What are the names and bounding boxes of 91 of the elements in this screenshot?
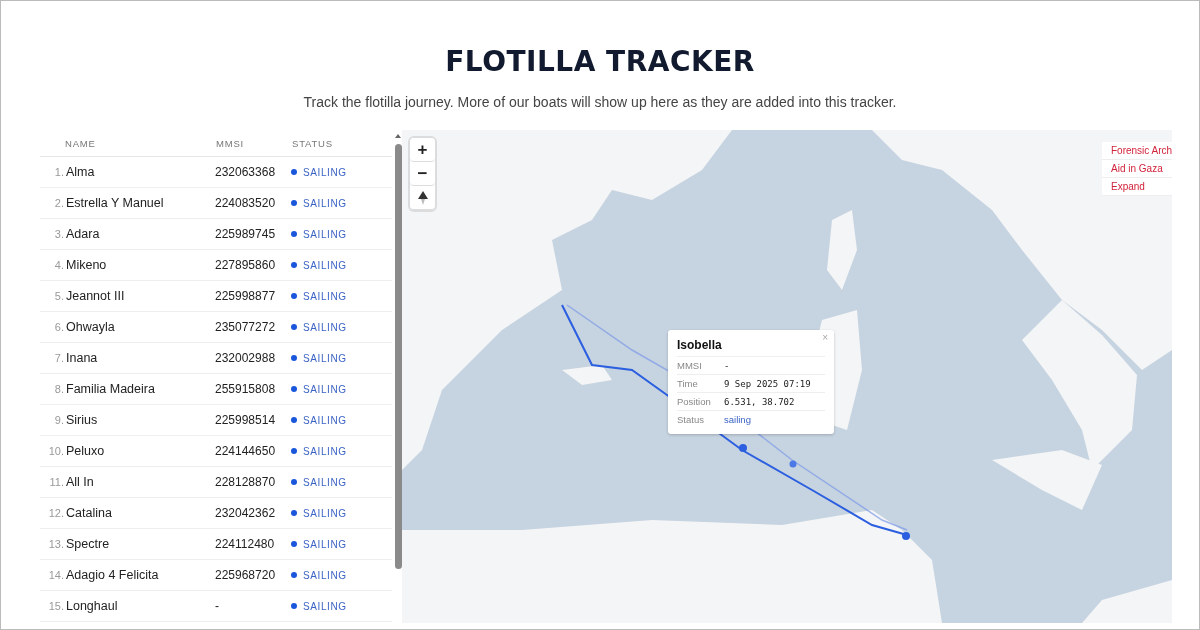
mmsi-cell-text: 235077272: [215, 320, 277, 334]
mmsi-cell-text: 227895860: [215, 258, 277, 272]
boat-row[interactable]: 11. All In 228128870 SAILING: [40, 467, 392, 498]
row-number: 2.: [53, 197, 65, 209]
boat-name: Peluxo: [66, 444, 106, 458]
row-number: 12.: [47, 507, 65, 519]
boat-name: Adara: [66, 227, 101, 241]
boat-name: All In: [66, 475, 95, 489]
boat-row[interactable]: 9. Sirius 225998514 SAILING: [40, 405, 392, 436]
mmsi-cell-text: 232042362: [215, 506, 277, 520]
boat-name: Sirius: [66, 413, 99, 427]
mmsi-cell-text: 225989745: [215, 227, 277, 241]
mmsi-cell-text: 228128870: [215, 475, 277, 489]
field-label: Time: [677, 378, 699, 389]
mmsi-cell-text: 255915808: [215, 382, 277, 396]
row-number: 14.: [47, 569, 65, 581]
page-subtitle: Track the flotilla journey. More of our boats will show up here as they are added into this tracker.: [302, 93, 898, 111]
boat-name: Familia Madeira: [66, 382, 156, 396]
status-label: SAILING: [303, 352, 347, 364]
boat-name: Estrella Y Manuel: [66, 196, 165, 210]
row-number: 11.: [48, 476, 65, 488]
boat-row[interactable]: 12. Catalina 232042362 SAILING: [40, 498, 392, 529]
boat-name: Longhaul: [66, 599, 119, 613]
status-label: SAILING: [303, 383, 347, 395]
row-number: 8.: [53, 383, 65, 395]
mmsi-cell-text: -: [215, 599, 220, 613]
popup-title: Isobella: [677, 338, 723, 352]
boat-row[interactable]: 2. Estrella Y Manuel 224083520 SAILING: [40, 188, 392, 219]
row-number: 6.: [53, 321, 65, 333]
boat-row[interactable]: 14. Adagio 4 Felicita 225968720 SAILING: [40, 560, 392, 591]
boat-row[interactable]: 7. Inana 232002988 SAILING: [40, 343, 392, 374]
boat-name: Ohwayla: [66, 320, 116, 334]
row-number: 4.: [53, 259, 65, 271]
boat-name: Alma: [66, 165, 96, 179]
mmsi-cell-text: 225998514: [215, 413, 277, 427]
row-number: 1.: [53, 166, 65, 178]
column-header: STATUS: [292, 137, 333, 149]
mmsi-cell-text: 224144650: [215, 444, 277, 458]
status-label: SAILING: [303, 321, 347, 333]
boat-row[interactable]: 15. Longhaul - SAILING: [40, 591, 392, 622]
boat-name: Adagio 4 Felicita: [66, 568, 160, 582]
row-number: 15.: [47, 600, 65, 612]
mmsi-cell-text: 232063368: [215, 165, 277, 179]
status-label: SAILING: [303, 259, 347, 271]
field-label: Position: [677, 396, 712, 407]
zoom-in-button[interactable]: +: [410, 138, 435, 162]
mmsi-cell-text: 224083520: [215, 196, 277, 210]
mmsi-cell-text: 225968720: [215, 568, 277, 582]
field-value: sailing: [724, 414, 751, 425]
row-number: 10.: [47, 445, 65, 457]
status-label: SAILING: [303, 507, 347, 519]
mmsi-cell-text: 232002988: [215, 351, 277, 365]
field-value: -: [724, 360, 730, 371]
mmsi-cell-text: 224112480: [215, 537, 276, 551]
field-label: Status: [677, 414, 705, 425]
row-number: 9.: [53, 414, 65, 426]
boat-name: Mikeno: [66, 258, 108, 272]
boat-row[interactable]: 1. Alma 232063368 SAILING: [40, 157, 392, 188]
boat-name: Catalina: [66, 506, 113, 520]
status-label: SAILING: [303, 228, 347, 240]
row-number: 13.: [47, 538, 65, 550]
status-label: SAILING: [303, 476, 347, 488]
row-number: 7.: [53, 352, 65, 364]
boat-row[interactable]: 5. Jeannot III 225998877 SAILING: [40, 281, 392, 312]
row-number: 3.: [53, 228, 65, 240]
status-label: SAILING: [303, 538, 347, 550]
boat-row[interactable]: 10. Peluxo 224144650 SAILING: [40, 436, 392, 467]
boat-row[interactable]: 13. Spectre 224112480 SAILING: [40, 529, 392, 560]
status-label: SAILING: [303, 166, 347, 178]
row-number: 5.: [53, 290, 65, 302]
boat-row[interactable]: 4. Mikeno 227895860 SAILING: [40, 250, 392, 281]
field-value: 6.531, 38.702: [724, 396, 795, 407]
mmsi-cell-text: 225998877: [215, 289, 277, 303]
status-label: SAILING: [303, 569, 347, 581]
status-label: SAILING: [303, 414, 347, 426]
status-label: SAILING: [303, 197, 347, 209]
boat-name: Inana: [66, 351, 99, 365]
field-label: MMSI: [677, 360, 703, 371]
boat-row[interactable]: 6. Ohwayla 235077272 SAILING: [40, 312, 392, 343]
status-label: SAILING: [303, 290, 347, 302]
status-label: SAILING: [303, 445, 347, 457]
boat-row[interactable]: 3. Adara 225989745 SAILING: [40, 219, 392, 250]
boat-name: Spectre: [66, 537, 111, 551]
column-header: NAME: [65, 137, 97, 149]
column-header: MMSI: [216, 137, 245, 149]
page-title: FLOTILLA TRACKER: [444, 45, 756, 79]
compass-icon: [417, 190, 428, 205]
field-value: 9 Sep 2025 07:19: [724, 378, 811, 389]
status-label: SAILING: [303, 600, 347, 612]
boat-name: Jeannot III: [66, 289, 126, 303]
boat-row[interactable]: 8. Familia Madeira 255915808 SAILING: [40, 374, 392, 405]
